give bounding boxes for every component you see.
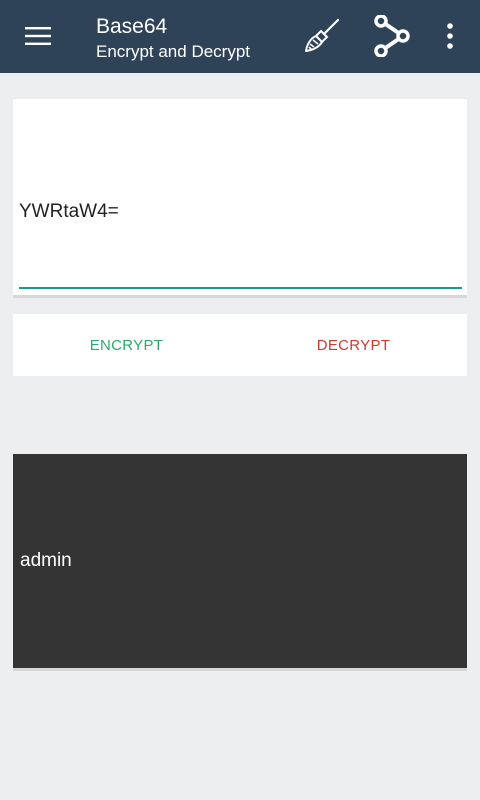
app-bar: Base64 Encrypt and Decrypt (0, 0, 480, 73)
more-vertical-icon (447, 23, 453, 49)
action-buttons-card: ENCRYPT DECRYPT (13, 314, 467, 376)
encrypt-button[interactable]: ENCRYPT (13, 314, 240, 376)
decrypt-button[interactable]: DECRYPT (240, 314, 467, 376)
app-title: Base64 (96, 15, 168, 38)
output-text: admin (20, 550, 72, 571)
menu-button[interactable] (14, 12, 62, 60)
broom-icon (305, 18, 340, 52)
base64-input-field[interactable]: YWRtaW4= (19, 201, 119, 223)
overflow-menu-button[interactable] (428, 10, 472, 62)
input-underline (19, 287, 462, 289)
output-card: admin (13, 454, 467, 668)
clear-button[interactable] (296, 10, 348, 62)
share-button[interactable] (366, 10, 418, 62)
app-subtitle: Encrypt and Decrypt (96, 42, 251, 61)
input-card: YWRtaW4= (13, 99, 467, 295)
hamburger-menu-icon (25, 27, 51, 45)
title-block: Base64 Encrypt and Decrypt (96, 14, 250, 63)
share-icon (374, 15, 410, 57)
